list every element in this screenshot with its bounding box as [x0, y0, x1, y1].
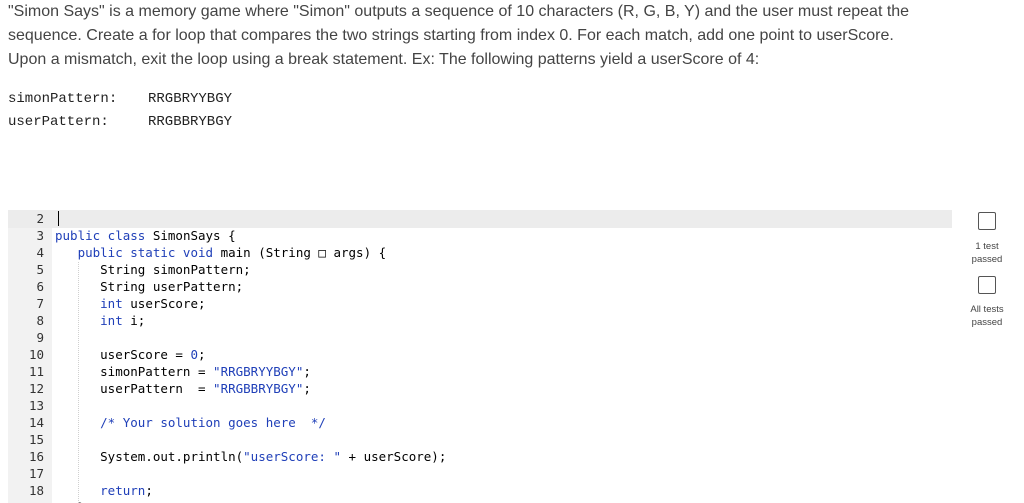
code-text[interactable]: /* Your solution goes here */: [55, 414, 326, 431]
code-token: public class: [55, 228, 153, 243]
code-text[interactable]: public static void main (String □ args) …: [55, 244, 387, 261]
code-token: □: [318, 245, 326, 260]
line-number: 6: [36, 279, 44, 294]
code-text[interactable]: userScore = 0;: [55, 346, 206, 363]
code-token: /* Your solution goes here */: [55, 415, 326, 430]
code-line[interactable]: 14 /* Your solution goes here */: [8, 414, 952, 431]
test-1-label-a: 1 test: [975, 241, 999, 252]
code-line[interactable]: 15: [8, 431, 952, 448]
code-token: ;: [145, 483, 153, 498]
code-token: "userScore: ": [243, 449, 341, 464]
user-pattern-row: userPattern: RRGBBRYBGY: [8, 111, 232, 134]
line-number: 10: [28, 347, 44, 362]
question-line-3: Upon a mismatch, exit the loop using a b…: [8, 51, 760, 68]
test-1-label-b: passed: [971, 254, 1003, 265]
line-number: 15: [28, 432, 44, 447]
line-number: 17: [28, 466, 44, 481]
code-token: args) {: [325, 245, 387, 260]
code-token: ;: [198, 347, 206, 362]
code-token: "RRGBRYYBGY": [213, 364, 304, 379]
code-line[interactable]: 6 String userPattern;: [8, 278, 952, 295]
user-pattern-label: userPattern:: [8, 114, 109, 130]
code-token: String simonPattern;: [55, 262, 251, 277]
line-number: 13: [28, 398, 44, 413]
code-text[interactable]: String simonPattern;: [55, 261, 251, 278]
code-token: simonPattern =: [55, 364, 214, 379]
code-token: System.out.println(: [55, 449, 244, 464]
test-2-label-b: passed: [971, 317, 1003, 328]
code-line[interactable]: 11 simonPattern = "RRGBRYYBGY";: [8, 363, 952, 380]
code-text[interactable]: System.out.println("userScore: " + userS…: [55, 448, 446, 465]
simon-pattern-row: simonPattern: RRGBRYYBGY: [8, 88, 232, 111]
user-pattern-value: RRGBBRYBGY: [148, 114, 233, 130]
line-number: 18: [28, 483, 44, 498]
test-1-checkbox: [978, 212, 996, 230]
code-line[interactable]: 9: [8, 329, 952, 346]
line-number: 3: [36, 228, 44, 243]
simon-pattern-value: RRGBRYYBGY: [148, 91, 233, 107]
code-editor[interactable]: 2 3 public class SimonSays {4 public stati…: [8, 210, 952, 503]
question-line-1: "Simon Says" is a memory game where "Sim…: [8, 3, 910, 20]
code-line[interactable]: 2: [8, 210, 952, 227]
code-token: userScore;: [130, 296, 206, 311]
code-line[interactable]: 10 userScore = 0;: [8, 346, 952, 363]
code-text[interactable]: String userPattern;: [55, 278, 243, 295]
line-number: 5: [36, 262, 44, 277]
line-number: 2: [36, 211, 44, 226]
example-patterns: simonPattern: RRGBRYYBGY userPattern: RRGB…: [8, 88, 232, 134]
code-line[interactable]: 5 String simonPattern;: [8, 261, 952, 278]
code-token: i;: [130, 313, 146, 328]
line-number: 14: [28, 415, 44, 430]
code-token: main (String: [220, 245, 319, 260]
code-token: ;: [303, 381, 311, 396]
code-token: int: [55, 313, 131, 328]
code-line[interactable]: 12 userPattern = "RRGBBRYBGY";: [8, 380, 952, 397]
line-number: 11: [28, 364, 44, 379]
code-token: String userPattern;: [55, 279, 244, 294]
code-token: ;: [303, 364, 311, 379]
code-token: int: [55, 296, 131, 311]
question-text: "Simon Says" is a memory game where "Sim…: [8, 0, 938, 72]
line-number: 12: [28, 381, 44, 396]
code-token: public static void: [55, 245, 221, 260]
code-text[interactable]: int i;: [55, 312, 145, 329]
code-line[interactable]: 13: [8, 397, 952, 414]
code-line[interactable]: 16 System.out.println("userScore: " + us…: [8, 448, 952, 465]
code-text[interactable]: int userScore;: [55, 295, 206, 312]
code-text[interactable]: simonPattern = "RRGBRYYBGY";: [55, 363, 311, 380]
code-line[interactable]: 8 int i;: [8, 312, 952, 329]
code-line[interactable]: 4 public static void main (String □ args…: [8, 244, 952, 261]
code-line[interactable]: 18 return;: [8, 482, 952, 499]
code-token: "RRGBBRYBGY": [213, 381, 304, 396]
code-text[interactable]: public class SimonSays {: [55, 227, 236, 244]
line-number: 4: [36, 245, 44, 260]
line-number: 9: [36, 330, 44, 345]
simon-pattern-label: simonPattern:: [8, 91, 118, 107]
code-line[interactable]: 3 public class SimonSays {: [8, 227, 952, 244]
code-line[interactable]: 7 int userScore;: [8, 295, 952, 312]
code-line[interactable]: 17: [8, 465, 952, 482]
line-number: 19: [8, 499, 44, 503]
line-number: 8: [36, 313, 44, 328]
test-2-label-a: All tests: [970, 304, 1004, 315]
code-text[interactable]: }: [55, 499, 86, 503]
code-token: SimonSays {: [152, 228, 236, 243]
code-token: + userScore);: [341, 449, 447, 464]
test-2-checkbox: [978, 276, 996, 294]
question-line-2: sequence. Create a for loop that compare…: [8, 27, 894, 44]
code-token: userPattern =: [55, 381, 214, 396]
code-token: return: [55, 483, 146, 498]
code-text[interactable]: userPattern = "RRGBBRYBGY";: [55, 380, 311, 397]
line-number: 7: [36, 296, 44, 311]
line-number: 16: [28, 449, 44, 464]
code-token: 0: [190, 347, 198, 362]
code-line[interactable]: 19 }: [8, 499, 952, 503]
code-text[interactable]: return;: [55, 482, 153, 499]
code-token: userScore =: [55, 347, 191, 362]
